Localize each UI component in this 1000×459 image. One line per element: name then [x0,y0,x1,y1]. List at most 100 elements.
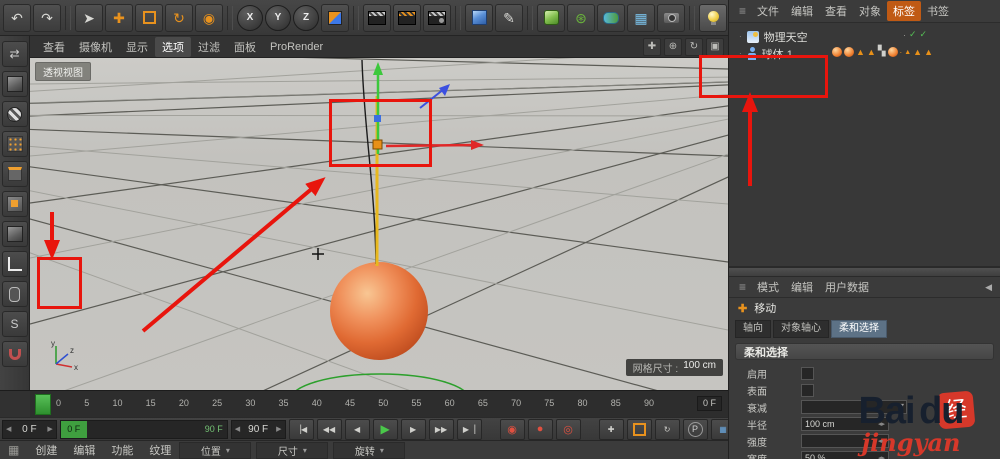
subdivision-surface-icon[interactable] [537,3,565,32]
attribute-menu-icon[interactable]: ≡ [734,280,751,294]
play-button[interactable]: ▶ [372,418,398,440]
dot-tag-icon[interactable]: · [900,48,903,57]
render-picture-viewer-icon[interactable] [393,3,421,32]
object-manager-menu-icon[interactable]: ≡ [734,4,751,18]
om-menu-object[interactable]: 对象 [853,1,887,21]
prev-key-button[interactable]: ◀◀ [316,418,342,440]
enable-checkbox[interactable] [801,366,814,380]
compositing-tag-icon[interactable]: ▚ [878,47,886,57]
material-tag-icon[interactable] [832,47,842,57]
visibility-dot-icon[interactable]: · [903,30,906,40]
prev-frame-button[interactable]: ◀ [344,418,370,440]
menu-prorender[interactable]: ProRender [263,39,330,55]
phong-tag-icon[interactable]: ▲ [867,47,876,57]
increment-icon[interactable]: ▶ [276,425,281,433]
render-settings-icon[interactable] [423,3,451,32]
snap-icon[interactable]: S [1,311,28,337]
enable-axis-icon[interactable] [1,251,28,277]
field-icon[interactable] [597,3,625,32]
keyframe-selection-button[interactable]: ◎ [555,418,581,440]
texture-mode-icon[interactable] [1,101,28,127]
mini-tag-icon[interactable]: ▲ [904,49,911,56]
surface-checkbox[interactable] [801,383,814,397]
end-frame-field[interactable]: ◀ 90 F ▶ [230,419,286,439]
record-scale-toggle[interactable] [626,418,652,440]
mini-tag-icon[interactable]: ▲ [913,47,922,57]
om-menu-view[interactable]: 查看 [819,1,853,21]
zoom-view-icon[interactable]: ⊕ [664,37,682,56]
soft-selection-section-header[interactable]: 柔和选择 [735,343,994,360]
light-icon[interactable] [699,3,727,32]
history-back-icon[interactable]: ◀ [985,282,1000,293]
record-keyframe-button[interactable]: ◉ [499,418,525,440]
coordinate-system-icon[interactable] [321,3,349,32]
object-row-physical-sky[interactable]: · 物理天空 · ✓ ✓ [729,28,1000,45]
next-key-button[interactable]: ▶▶ [428,418,454,440]
render-view-icon[interactable] [363,3,391,32]
om-menu-file[interactable]: 文件 [751,1,785,21]
om-menu-tags[interactable]: 标签 [887,1,922,21]
array-grid-icon[interactable]: ▦ [627,3,655,32]
menu-edit[interactable]: 编辑 [65,442,103,458]
last-tool-icon[interactable]: ◉ [195,3,223,32]
primitive-cube-icon[interactable] [465,3,493,32]
model-mode-icon[interactable] [1,71,28,97]
polygons-mode-icon[interactable] [1,191,28,217]
menu-view[interactable]: 查看 [36,37,72,57]
rotate-tool-icon[interactable]: ↻ [165,3,193,32]
spline-pen-icon[interactable]: ✎ [495,3,523,32]
move-tool-icon[interactable]: ✚ [105,3,133,32]
current-frame-marker[interactable] [35,394,51,415]
pan-view-icon[interactable]: ✚ [643,37,661,56]
lock-z-axis-button[interactable]: Z [293,4,319,31]
record-position-toggle[interactable]: ✚ [598,418,624,440]
scale-tool-icon[interactable] [135,3,163,32]
mograph-icon[interactable]: ⊛ [567,3,595,32]
material-tag-icon[interactable] [844,47,854,57]
live-selection-icon[interactable]: ➤ [75,3,103,32]
decrement-icon[interactable]: ◀ [235,425,240,433]
mini-tag-icon[interactable]: ▲ [924,47,933,57]
viewport-solo-icon[interactable] [1,281,28,307]
om-menu-edit[interactable]: 编辑 [785,1,819,21]
coords-rotation-dropdown[interactable]: 旋转 ▾ [333,441,406,459]
toggle-view-icon[interactable]: ▣ [706,37,724,56]
lock-y-axis-button[interactable]: Y [265,4,291,31]
rotate-view-icon[interactable]: ↻ [685,37,703,56]
om-menu-bookmarks[interactable]: 书签 [921,1,955,21]
record-rotation-toggle[interactable]: ↻ [654,418,680,440]
panel-splitter[interactable] [729,267,1000,277]
tab-soft-selection[interactable]: 柔和选择 [831,320,887,338]
layout-grid-icon[interactable]: ▦ [0,443,27,457]
object-toggles[interactable]: · ✓ ✓ [903,29,927,40]
menu-texture[interactable]: 纹理 [141,442,179,458]
enabled-check-icon[interactable]: ✓ [909,29,917,40]
edges-mode-icon[interactable] [1,161,28,187]
enabled-check-icon[interactable]: ✓ [920,29,928,40]
undo-icon[interactable]: ↶ [3,3,31,32]
lock-x-axis-button[interactable]: X [237,4,263,31]
menu-filter[interactable]: 过滤 [191,37,227,57]
frame-range-slider[interactable]: 0 F 90 F [59,419,228,439]
camera-icon[interactable] [657,3,685,32]
am-menu-edit[interactable]: 编辑 [785,277,819,297]
coords-size-dropdown[interactable]: 尺寸 ▾ [256,441,329,459]
menu-panel[interactable]: 面板 [227,37,263,57]
points-mode-icon[interactable] [1,131,28,157]
coords-position-dropdown[interactable]: 位置 ▾ [179,441,252,459]
redo-icon[interactable]: ↷ [33,3,61,32]
decrement-icon[interactable]: ◀ [6,425,11,433]
menu-camera[interactable]: 摄像机 [72,37,119,57]
magnet-snap-icon[interactable] [1,341,28,367]
make-editable-icon[interactable]: ⇄ [1,41,28,67]
next-frame-button[interactable]: ▶ [400,418,426,440]
menu-options[interactable]: 选项 [155,36,191,57]
material-tag-icon[interactable] [887,47,898,57]
phong-tag-icon[interactable]: ▲ [856,47,865,57]
autokey-button[interactable]: ● [527,418,553,440]
timeline-ruler[interactable]: 05 10 15 20 25 30 35 40 45 50 55 60 65 70 75 80… [30,390,728,417]
menu-create[interactable]: 创建 [27,442,65,458]
object-mode-icon[interactable] [1,221,28,247]
increment-icon[interactable]: ▶ [47,425,52,433]
menu-function[interactable]: 功能 [103,442,141,458]
